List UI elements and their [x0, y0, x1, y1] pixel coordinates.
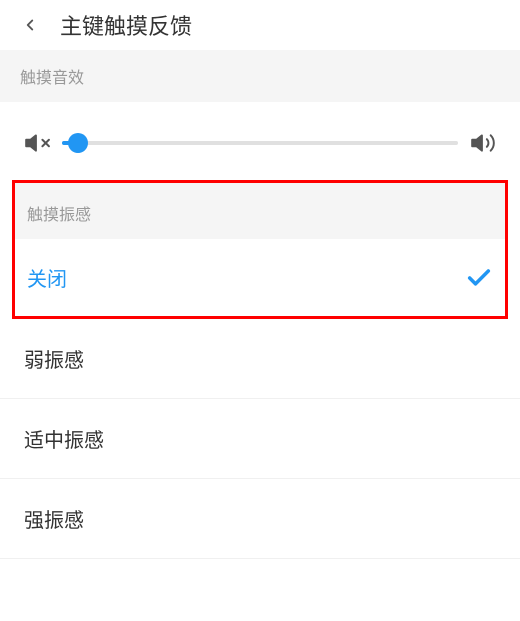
slider-thumb[interactable] — [68, 133, 88, 153]
volume-slider[interactable] — [62, 141, 458, 145]
volume-slider-section — [0, 102, 520, 180]
option-strong[interactable]: 强振感 — [0, 479, 520, 559]
check-icon — [465, 264, 493, 292]
highlight-annotation: 触摸振感 关闭 — [12, 180, 508, 319]
volume-up-icon — [470, 130, 496, 156]
section-vibration-header: 触摸振感 — [15, 183, 505, 239]
option-off-label: 关闭 — [27, 263, 67, 292]
option-strong-label: 强振感 — [24, 504, 84, 533]
option-weak-label: 弱振感 — [24, 344, 84, 373]
option-medium[interactable]: 适中振感 — [0, 399, 520, 479]
header: 主键触摸反馈 — [0, 0, 520, 50]
section-sound-header: 触摸音效 — [0, 50, 520, 102]
volume-mute-icon — [24, 130, 50, 156]
option-off[interactable]: 关闭 — [15, 239, 505, 316]
option-weak[interactable]: 弱振感 — [0, 319, 520, 399]
back-icon[interactable] — [18, 13, 42, 37]
page-title: 主键触摸反馈 — [60, 9, 192, 41]
option-medium-label: 适中振感 — [24, 424, 104, 453]
